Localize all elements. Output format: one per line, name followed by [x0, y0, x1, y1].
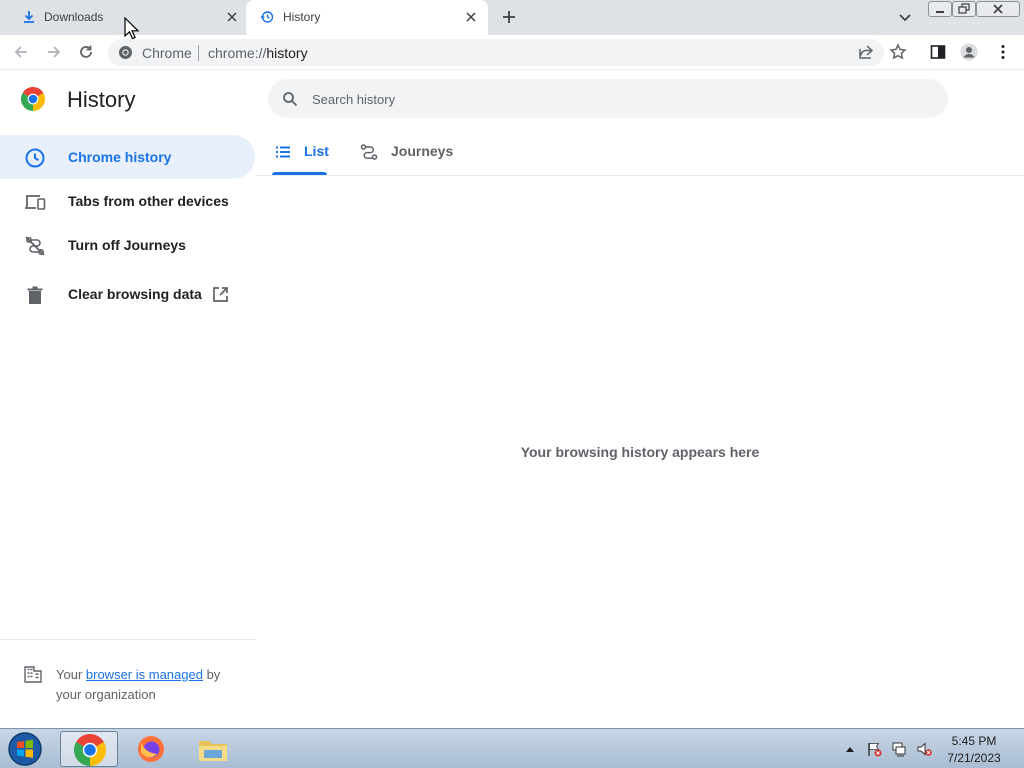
url-text: chrome://history	[208, 45, 308, 61]
menu-kebab-icon[interactable]	[994, 43, 1012, 61]
close-icon[interactable]	[225, 10, 239, 24]
sidebar-item-label: Tabs from other devices	[68, 193, 229, 209]
search-icon	[283, 92, 298, 107]
tab-history[interactable]: History	[246, 0, 488, 35]
action-center-flag-icon[interactable]	[866, 741, 882, 757]
managed-notice: Your browser is managed by your organiza…	[56, 665, 246, 705]
tab-label: Journeys	[391, 143, 454, 159]
managed-prefix: Your	[56, 667, 86, 682]
taskbar-chrome-button[interactable]	[60, 731, 118, 767]
tab-label: List	[304, 143, 329, 159]
journeys-icon	[360, 144, 378, 160]
sidebar-item-clear-browsing-data[interactable]: Clear browsing data	[0, 272, 255, 316]
sidebar-item-label: Chrome history	[68, 149, 172, 165]
profile-avatar-icon[interactable]	[960, 43, 978, 61]
volume-muted-icon[interactable]	[916, 741, 932, 757]
restore-icon	[958, 3, 970, 14]
address-bar[interactable]: Chrome chrome://history	[108, 39, 884, 66]
chrome-logo-icon	[74, 734, 106, 766]
taskbar-firefox-button[interactable]	[122, 731, 180, 767]
new-tab-plus-icon[interactable]	[500, 8, 518, 26]
devices-icon	[25, 195, 46, 210]
empty-state-message: Your browsing history appears here	[520, 444, 760, 460]
window-minimize-button[interactable]	[928, 1, 952, 17]
chrome-logo-icon	[21, 87, 45, 111]
sidebar-item-tabs-from-other-devices[interactable]: Tabs from other devices	[0, 179, 255, 223]
search-input[interactable]	[312, 88, 912, 110]
url-scheme: chrome://	[208, 45, 267, 61]
sidebar-divider	[0, 639, 256, 640]
omnibox-separator	[198, 45, 199, 61]
minimize-icon	[936, 11, 944, 13]
sidebar-item-label: Turn off Journeys	[68, 237, 186, 253]
network-icon[interactable]	[891, 741, 907, 757]
tab-downloads[interactable]: Downloads	[0, 0, 246, 35]
chrome-site-icon	[119, 46, 132, 59]
search-box[interactable]	[268, 79, 948, 118]
tab-title: History	[283, 10, 321, 24]
close-icon[interactable]	[464, 10, 478, 24]
taskbar-file-explorer-button[interactable]	[184, 731, 242, 767]
trash-icon	[27, 286, 43, 304]
url-path: history	[266, 45, 308, 61]
external-link-icon	[213, 287, 228, 302]
browser-toolbar: Chrome chrome://history	[0, 35, 1024, 70]
building-icon	[24, 666, 42, 683]
window-close-button[interactable]	[976, 1, 1020, 17]
journeys-off-icon	[25, 236, 45, 256]
site-label: Chrome	[142, 45, 192, 61]
sidebar-item-label: Clear browsing data	[68, 286, 202, 302]
windows-start-icon[interactable]	[6, 731, 44, 767]
bookmark-star-icon[interactable]	[889, 43, 907, 61]
tab-list[interactable]: List	[272, 140, 329, 176]
tab-strip: Downloads History	[0, 0, 1024, 35]
reload-icon[interactable]	[77, 43, 95, 61]
tabs-divider	[256, 175, 1024, 176]
tab-journeys[interactable]: Journeys	[360, 140, 460, 176]
sidebar-item-turn-off-journeys[interactable]: Turn off Journeys	[0, 223, 255, 267]
download-icon	[24, 11, 34, 23]
page-title: History	[67, 87, 136, 112]
side-panel-icon[interactable]	[929, 43, 947, 61]
chevron-down-icon[interactable]	[897, 9, 913, 25]
history-clock-icon	[260, 11, 274, 23]
share-icon[interactable]	[857, 43, 875, 61]
show-hidden-icons-icon[interactable]	[845, 745, 855, 753]
forward-arrow-icon[interactable]	[45, 43, 63, 61]
back-arrow-icon[interactable]	[12, 43, 30, 61]
list-icon	[276, 146, 290, 158]
close-icon	[993, 4, 1003, 14]
browser-managed-link[interactable]: browser is managed	[86, 667, 203, 682]
tab-title: Downloads	[44, 10, 104, 24]
folder-icon	[199, 741, 227, 761]
taskbar-clock-date[interactable]: 7/21/2023	[944, 751, 1004, 765]
clock-icon	[25, 148, 45, 168]
mouse-pointer-icon	[124, 17, 140, 40]
window-restore-button[interactable]	[952, 1, 976, 17]
firefox-logo-icon	[138, 736, 164, 762]
windows-taskbar: 5:45 PM 7/21/2023	[0, 728, 1024, 768]
sidebar-item-chrome-history[interactable]: Chrome history	[0, 135, 255, 179]
taskbar-clock-time[interactable]: 5:45 PM	[944, 734, 1004, 748]
